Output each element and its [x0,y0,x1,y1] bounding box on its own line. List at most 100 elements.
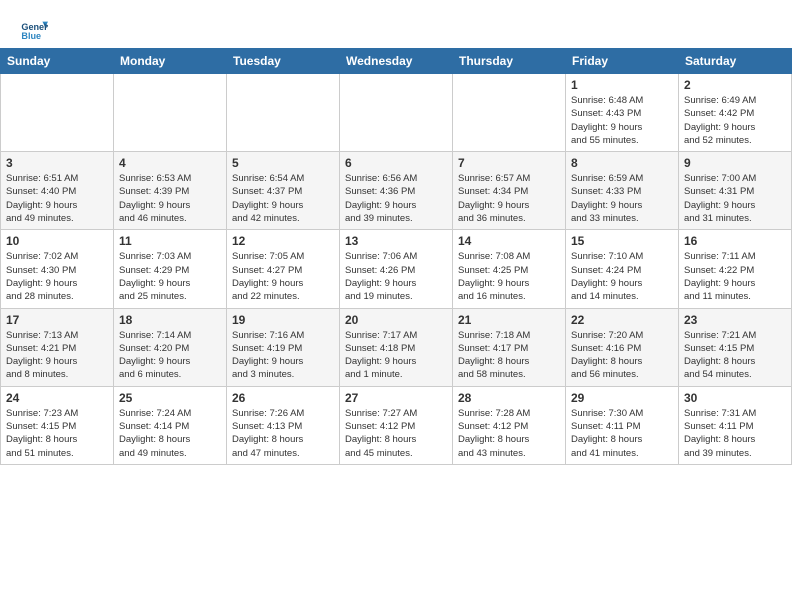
day-info: Sunrise: 7:20 AM Sunset: 4:16 PM Dayligh… [571,329,673,382]
calendar-day-cell [453,74,566,152]
calendar-week-row: 24 Sunrise: 7:23 AM Sunset: 4:15 PM Dayli… [1,386,792,464]
calendar-day-cell: 11 Sunrise: 7:03 AM Sunset: 4:29 PM Dayli… [114,230,227,308]
day-number: 1 [571,78,673,92]
calendar-header: SundayMondayTuesdayWednesdayThursdayFrid… [1,49,792,74]
calendar-day-cell: 4Sunrise: 6:53 AM Sunset: 4:39 PM Daylig… [114,152,227,230]
day-number: 6 [345,156,447,170]
calendar-day-cell: 14 Sunrise: 7:08 AM Sunset: 4:25 PM Dayli… [453,230,566,308]
day-info: Sunrise: 7:17 AM Sunset: 4:18 PM Dayligh… [345,329,447,382]
calendar-day-cell: 9Sunrise: 7:00 AM Sunset: 4:31 PM Daylig… [679,152,792,230]
calendar-day-cell: 12 Sunrise: 7:05 AM Sunset: 4:27 PM Dayli… [227,230,340,308]
day-info: Sunrise: 7:23 AM Sunset: 4:15 PM Dayligh… [6,407,108,460]
calendar-body: 1 Sunrise: 6:48 AM Sunset: 4:43 PM Daylig… [1,74,792,465]
day-number: 13 [345,234,447,248]
day-info: Sunrise: 6:54 AM Sunset: 4:37 PM Dayligh… [232,172,334,225]
calendar-day-cell: 7 Sunrise: 6:57 AM Sunset: 4:34 PM Daylig… [453,152,566,230]
day-info: Sunrise: 6:56 AM Sunset: 4:36 PM Dayligh… [345,172,447,225]
calendar-week-row: 17 Sunrise: 7:13 AM Sunset: 4:21 PM Dayli… [1,308,792,386]
day-number: 17 [6,313,108,327]
calendar-day-cell: 6 Sunrise: 6:56 AM Sunset: 4:36 PM Daylig… [340,152,453,230]
day-info: Sunrise: 6:53 AM Sunset: 4:39 PM Dayligh… [119,172,221,225]
day-number: 29 [571,391,673,405]
day-number: 26 [232,391,334,405]
day-number: 15 [571,234,673,248]
day-number: 16 [684,234,786,248]
day-number: 24 [6,391,108,405]
weekday-header: Wednesday [340,49,453,74]
calendar-day-cell: 1 Sunrise: 6:48 AM Sunset: 4:43 PM Daylig… [566,74,679,152]
calendar-day-cell: 24 Sunrise: 7:23 AM Sunset: 4:15 PM Dayli… [1,386,114,464]
day-number: 19 [232,313,334,327]
day-info: Sunrise: 7:26 AM Sunset: 4:13 PM Dayligh… [232,407,334,460]
calendar-day-cell: 21 Sunrise: 7:18 AM Sunset: 4:17 PM Dayli… [453,308,566,386]
calendar-day-cell [1,74,114,152]
day-number: 9 [684,156,786,170]
day-number: 21 [458,313,560,327]
day-info: Sunrise: 6:57 AM Sunset: 4:34 PM Dayligh… [458,172,560,225]
day-number: 23 [684,313,786,327]
weekday-header: Thursday [453,49,566,74]
calendar-day-cell: 16 Sunrise: 7:11 AM Sunset: 4:22 PM Dayli… [679,230,792,308]
day-info: Sunrise: 6:51 AM Sunset: 4:40 PM Dayligh… [6,172,108,225]
day-number: 7 [458,156,560,170]
day-info: Sunrise: 7:30 AM Sunset: 4:11 PM Dayligh… [571,407,673,460]
day-info: Sunrise: 7:05 AM Sunset: 4:27 PM Dayligh… [232,250,334,303]
day-number: 25 [119,391,221,405]
day-number: 27 [345,391,447,405]
day-number: 10 [6,234,108,248]
calendar-day-cell: 22 Sunrise: 7:20 AM Sunset: 4:16 PM Dayli… [566,308,679,386]
day-number: 5 [232,156,334,170]
calendar-day-cell: 30Sunrise: 7:31 AM Sunset: 4:11 PM Dayli… [679,386,792,464]
calendar-day-cell: 2Sunrise: 6:49 AM Sunset: 4:42 PM Daylig… [679,74,792,152]
page-header: General Blue [0,0,792,48]
calendar-day-cell: 8 Sunrise: 6:59 AM Sunset: 4:33 PM Daylig… [566,152,679,230]
day-number: 14 [458,234,560,248]
day-info: Sunrise: 7:08 AM Sunset: 4:25 PM Dayligh… [458,250,560,303]
day-number: 12 [232,234,334,248]
day-info: Sunrise: 7:18 AM Sunset: 4:17 PM Dayligh… [458,329,560,382]
calendar-day-cell: 23Sunrise: 7:21 AM Sunset: 4:15 PM Dayli… [679,308,792,386]
calendar-day-cell: 10 Sunrise: 7:02 AM Sunset: 4:30 PM Dayli… [1,230,114,308]
weekday-header: Monday [114,49,227,74]
day-info: Sunrise: 7:14 AM Sunset: 4:20 PM Dayligh… [119,329,221,382]
day-info: Sunrise: 7:03 AM Sunset: 4:29 PM Dayligh… [119,250,221,303]
calendar-day-cell: 28Sunrise: 7:28 AM Sunset: 4:12 PM Dayli… [453,386,566,464]
day-info: Sunrise: 7:27 AM Sunset: 4:12 PM Dayligh… [345,407,447,460]
weekday-header: Tuesday [227,49,340,74]
calendar-day-cell: 17 Sunrise: 7:13 AM Sunset: 4:21 PM Dayli… [1,308,114,386]
calendar-day-cell: 27 Sunrise: 7:27 AM Sunset: 4:12 PM Dayli… [340,386,453,464]
day-info: Sunrise: 7:02 AM Sunset: 4:30 PM Dayligh… [6,250,108,303]
day-info: Sunrise: 7:13 AM Sunset: 4:21 PM Dayligh… [6,329,108,382]
calendar-day-cell: 5 Sunrise: 6:54 AM Sunset: 4:37 PM Daylig… [227,152,340,230]
calendar-day-cell [114,74,227,152]
day-number: 8 [571,156,673,170]
logo: General Blue [20,16,52,44]
day-number: 20 [345,313,447,327]
day-info: Sunrise: 7:06 AM Sunset: 4:26 PM Dayligh… [345,250,447,303]
day-number: 11 [119,234,221,248]
day-number: 28 [458,391,560,405]
day-number: 18 [119,313,221,327]
calendar-day-cell: 29 Sunrise: 7:30 AM Sunset: 4:11 PM Dayli… [566,386,679,464]
day-info: Sunrise: 6:59 AM Sunset: 4:33 PM Dayligh… [571,172,673,225]
day-info: Sunrise: 7:24 AM Sunset: 4:14 PM Dayligh… [119,407,221,460]
calendar-week-row: 1 Sunrise: 6:48 AM Sunset: 4:43 PM Daylig… [1,74,792,152]
calendar-day-cell [340,74,453,152]
day-info: Sunrise: 7:11 AM Sunset: 4:22 PM Dayligh… [684,250,786,303]
calendar-week-row: 3Sunrise: 6:51 AM Sunset: 4:40 PM Daylig… [1,152,792,230]
weekday-header: Friday [566,49,679,74]
day-number: 30 [684,391,786,405]
weekday-header: Saturday [679,49,792,74]
calendar-day-cell: 13 Sunrise: 7:06 AM Sunset: 4:26 PM Dayli… [340,230,453,308]
day-number: 22 [571,313,673,327]
day-info: Sunrise: 6:48 AM Sunset: 4:43 PM Dayligh… [571,94,673,147]
day-info: Sunrise: 7:16 AM Sunset: 4:19 PM Dayligh… [232,329,334,382]
calendar-table: SundayMondayTuesdayWednesdayThursdayFrid… [0,48,792,465]
calendar-week-row: 10 Sunrise: 7:02 AM Sunset: 4:30 PM Dayli… [1,230,792,308]
calendar-day-cell [227,74,340,152]
calendar-day-cell: 3Sunrise: 6:51 AM Sunset: 4:40 PM Daylig… [1,152,114,230]
calendar-day-cell: 20 Sunrise: 7:17 AM Sunset: 4:18 PM Dayli… [340,308,453,386]
calendar-day-cell: 15 Sunrise: 7:10 AM Sunset: 4:24 PM Dayli… [566,230,679,308]
day-info: Sunrise: 7:10 AM Sunset: 4:24 PM Dayligh… [571,250,673,303]
day-info: Sunrise: 6:49 AM Sunset: 4:42 PM Dayligh… [684,94,786,147]
